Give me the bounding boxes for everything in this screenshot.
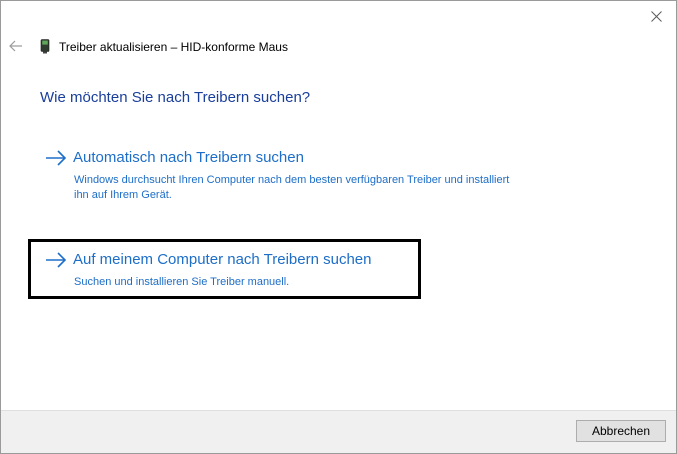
back-arrow-icon: [9, 40, 22, 52]
right-arrow-icon: [46, 252, 67, 268]
option-title: Auf meinem Computer nach Treibern suchen: [73, 251, 372, 268]
right-arrow-icon: [46, 150, 67, 166]
option-description: Suchen und installieren Sie Treiber manu…: [74, 276, 290, 288]
close-icon: [650, 10, 662, 22]
browse-computer-option[interactable]: Auf meinem Computer nach Treibern suchen…: [45, 251, 405, 289]
option-title: Automatisch nach Treibern suchen: [73, 149, 304, 166]
dialog-window: Treiber aktualisieren – HID-konforme Mau…: [0, 0, 677, 454]
cancel-button[interactable]: Abbrechen: [576, 420, 666, 442]
mouse-device-icon: [40, 39, 50, 54]
search-automatically-option[interactable]: Automatisch nach Treibern suchen Windows…: [45, 149, 525, 205]
close-button[interactable]: [642, 5, 670, 27]
page-heading: Wie möchten Sie nach Treibern suchen?: [40, 89, 311, 106]
dialog-footer: Abbrechen: [1, 410, 676, 453]
dialog-title: Treiber aktualisieren – HID-konforme Mau…: [59, 40, 288, 54]
back-button[interactable]: [7, 37, 25, 55]
option-description: Windows durchsucht Ihren Computer nach d…: [74, 174, 510, 201]
dialog-header: Treiber aktualisieren – HID-konforme Mau…: [1, 33, 676, 61]
